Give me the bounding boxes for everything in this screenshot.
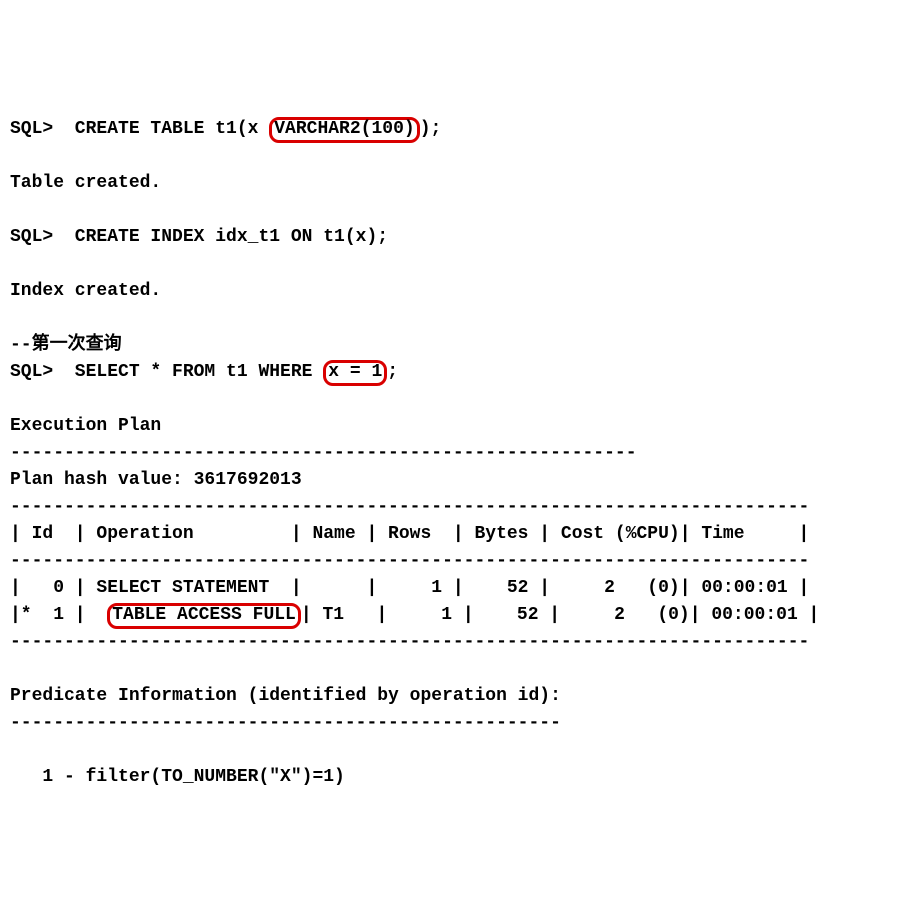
execution-plan-header: Execution Plan	[10, 416, 161, 436]
plan-columns-header: | Id | Operation | Name | Rows | Bytes |…	[10, 524, 809, 544]
sql-select-prefix: SQL> SELECT * FROM t1 WHERE	[10, 362, 323, 382]
plan-dash-1: ----------------------------------------…	[10, 443, 637, 463]
sql-create-table-prefix: SQL> CREATE TABLE t1(x	[10, 119, 269, 139]
plan-sep-mid: ----------------------------------------…	[10, 551, 809, 571]
plan-row-1-prefix: |* 1 |	[10, 605, 107, 625]
sql-create-table-suffix: );	[420, 119, 442, 139]
comment-first-query: --第一次查询	[10, 335, 122, 355]
sql-create-index: SQL> CREATE INDEX idx_t1 ON t1(x);	[10, 227, 388, 247]
predicate-filter-line: 1 - filter(TO_NUMBER("X")=1)	[10, 767, 345, 787]
index-created-msg: Index created.	[10, 281, 161, 301]
plan-row-1-suffix: | T1 | 1 | 52 | 2 (0)| 00:00:01 |	[301, 605, 819, 625]
plan-row-0: | 0 | SELECT STATEMENT | | 1 | 52 | 2 (0…	[10, 578, 809, 598]
where-clause-highlight: x = 1	[328, 363, 382, 383]
plan-sep-bottom: ----------------------------------------…	[10, 632, 809, 652]
table-created-msg: Table created.	[10, 173, 161, 193]
plan-hash-value: Plan hash value: 3617692013	[10, 470, 302, 490]
sql-select-suffix: ;	[387, 362, 398, 382]
predicate-info-header: Predicate Information (identified by ope…	[10, 686, 561, 706]
plan-sep-top: ----------------------------------------…	[10, 497, 809, 517]
predicate-dash: ----------------------------------------…	[10, 713, 561, 733]
table-access-full-highlight: TABLE ACCESS FULL	[112, 606, 296, 626]
varchar-highlight: VARCHAR2(100)	[274, 120, 414, 140]
